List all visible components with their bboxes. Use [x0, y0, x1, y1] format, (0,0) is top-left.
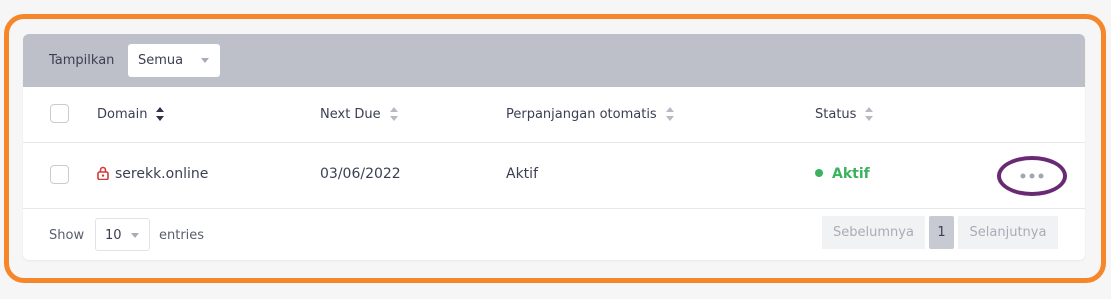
sort-icon [389, 107, 398, 121]
auto-renew-cell: Aktif [506, 166, 538, 182]
page-1-button[interactable]: 1 [929, 216, 954, 249]
previous-page-button[interactable]: Sebelumnya [822, 216, 925, 249]
table-row: serekk.online 03/06/2022 Aktif Aktif [23, 143, 1085, 209]
table-footer: Show 10 entries Sebelumnya 1 Selanjutnya [23, 209, 1085, 260]
filter-bar: Tampilkan Semua [23, 34, 1085, 87]
row-checkbox[interactable] [50, 165, 69, 184]
filter-select-value: Semua [138, 53, 184, 68]
column-header-auto-renew[interactable]: Perpanjangan otomatis [506, 107, 674, 122]
sort-icon [665, 107, 674, 121]
caret-down-icon [131, 233, 139, 238]
select-all-checkbox[interactable] [50, 104, 69, 123]
sort-icon [865, 107, 874, 121]
more-dots-icon [1020, 173, 1044, 179]
filter-select[interactable]: Semua [128, 44, 220, 77]
status-label: Aktif [832, 166, 870, 182]
domains-table-card: Tampilkan Semua Domain Next Due Perpanja… [23, 34, 1085, 260]
column-header-domain[interactable]: Domain [97, 107, 165, 122]
caret-down-icon [201, 58, 209, 63]
next-due-cell: 03/06/2022 [320, 166, 401, 182]
filter-label: Tampilkan [49, 53, 115, 68]
entries-label: entries [159, 228, 205, 243]
page-size-select[interactable]: 10 [95, 218, 150, 251]
status-cell: Aktif [815, 166, 870, 182]
status-dot-icon [815, 169, 823, 177]
page-size-value: 10 [105, 228, 122, 243]
lock-icon [97, 166, 109, 180]
sort-icon [156, 107, 165, 121]
show-label: Show [49, 228, 85, 243]
next-page-button[interactable]: Selanjutnya [958, 216, 1058, 249]
column-header-status[interactable]: Status [815, 107, 874, 122]
row-actions-button[interactable] [997, 156, 1067, 196]
domain-cell[interactable]: serekk.online [97, 166, 208, 182]
column-header-next-due[interactable]: Next Due [320, 107, 398, 122]
table-header-row: Domain Next Due Perpanjangan otomatis St… [23, 87, 1085, 143]
domain-name: serekk.online [115, 166, 209, 182]
